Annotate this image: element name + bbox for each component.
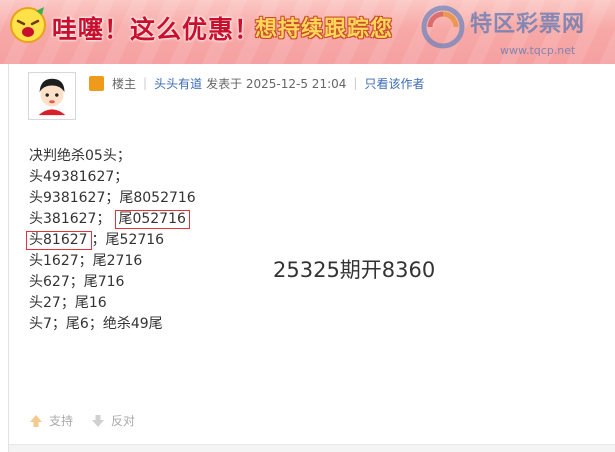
content-text: 头27；尾16	[29, 295, 107, 311]
post-actions: 支持 反对	[29, 412, 153, 429]
content-text: 头49381627；	[29, 169, 129, 185]
content-text: 头627；尾716	[29, 274, 125, 290]
watermark-url: www.tqcp.net	[500, 44, 576, 57]
watermark-logo-icon	[421, 5, 465, 49]
only-author-link[interactable]: 只看该作者	[364, 75, 424, 92]
post-time: 发表于 2025-12-5 21:04	[206, 76, 347, 91]
avatar[interactable]	[28, 72, 76, 120]
content-text: ；尾52716	[91, 232, 165, 248]
content-text: 头7；尾6；绝杀49尾	[29, 316, 163, 332]
meta-separator: |	[353, 76, 358, 90]
content-line: 头49381627；	[29, 167, 196, 188]
watermark-text: 特区彩票网	[470, 12, 586, 37]
meta-separator: |	[143, 76, 148, 90]
content-line: 头627；尾716	[29, 272, 196, 293]
oppose-label: 反对	[111, 414, 136, 428]
content-line: 头9381627；尾8052716	[29, 188, 196, 209]
highlighted-text: 尾052716	[115, 210, 190, 229]
content-text: 头381627；	[29, 211, 111, 227]
content-line: 头1627；尾2716	[29, 251, 196, 272]
ad-banner[interactable]: 哇噻！这么优惠！ 想持续跟踪您 特区彩票网 www.tqcp.net	[0, 0, 615, 64]
author-link[interactable]: 头头有道	[154, 75, 202, 92]
oppose-button[interactable]: 反对	[91, 412, 135, 429]
post-footer-bar	[9, 445, 615, 452]
banner-slogan: 哇噻！这么优惠！	[52, 15, 261, 44]
content-text: 决判绝杀05头；	[29, 148, 131, 164]
banner-promo: 想持续跟踪您	[255, 17, 394, 42]
thumb-down-icon	[92, 414, 105, 427]
online-status-icon	[89, 75, 104, 91]
support-button[interactable]: 支持	[29, 412, 73, 429]
content-line: 头27；尾16	[29, 293, 196, 314]
content-line: 头81627 ；尾52716	[26, 230, 196, 251]
highlighted-text: 头81627	[26, 231, 92, 250]
content-line: 头7；尾6；绝杀49尾	[29, 314, 196, 335]
mascot-icon	[10, 7, 46, 43]
floor-label: 楼主	[112, 76, 137, 91]
content-line: 决判绝杀05头；	[29, 146, 196, 167]
forum-post: 楼主 | 头头有道 发表于 2025-12-5 21:04 | 只看该作者 决判…	[8, 64, 615, 452]
thumb-up-icon	[30, 414, 42, 427]
content-line: 头381627； 尾052716	[29, 209, 196, 230]
post-meta: 楼主 | 头头有道 发表于 2025-12-5 21:04 | 只看该作者	[89, 74, 424, 92]
content-text: 头1627；尾2716	[29, 253, 143, 269]
content-text: 头9381627；尾8052716	[29, 190, 196, 206]
draw-result: 25325期开8360	[273, 258, 436, 282]
post-content: 决判绝杀05头； 头49381627； 头9381627；尾8052716 头3…	[26, 146, 196, 335]
support-label: 支持	[49, 414, 74, 428]
